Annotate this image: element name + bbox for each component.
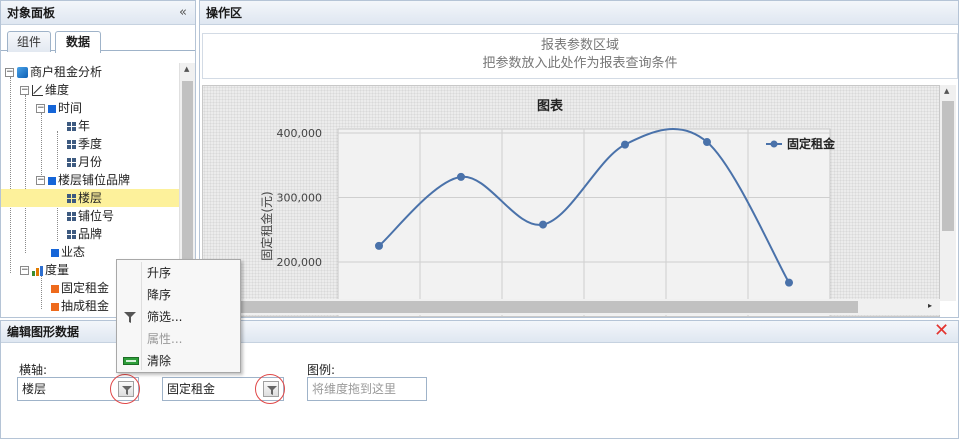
line-chart: 图表 400,000 300,000 200,000 固定租金(元) 固定租金 <box>259 98 836 316</box>
menu-item-sort-descending[interactable]: 降序 <box>117 284 240 306</box>
dimension-icon <box>48 176 56 185</box>
tree-node-root[interactable]: − 商户租金分析 <box>5 63 102 81</box>
tree-node-dimensions[interactable]: − 维度 <box>20 81 69 99</box>
data-point[interactable] <box>457 172 465 181</box>
legend-field-label: 图例: <box>307 363 336 377</box>
tree-node-fixed-rent[interactable]: 固定租金 <box>51 279 109 297</box>
level-icon <box>67 230 76 239</box>
level-icon <box>67 122 76 131</box>
chart-hscroll-thumb[interactable] <box>218 301 858 313</box>
report-parameter-area[interactable]: 报表参数区域 把参数放入此处作为报表查询条件 <box>202 33 958 79</box>
level-icon <box>67 158 76 167</box>
collapse-toggle-icon[interactable]: − <box>36 176 45 185</box>
collapse-toggle-icon[interactable]: − <box>20 266 29 275</box>
legend-point-marker <box>770 140 778 148</box>
data-point[interactable] <box>375 241 383 250</box>
legend-label: 固定租金 <box>787 136 836 151</box>
menu-item-sort-ascending[interactable]: 升序 <box>117 262 240 284</box>
close-icon[interactable]: ✕ <box>934 322 950 340</box>
tree-node-floor[interactable]: 楼层 <box>1 189 179 207</box>
chart-title: 图表 <box>537 98 564 114</box>
menu-item-filter[interactable]: 筛选... <box>117 306 240 328</box>
axis-icon <box>32 85 43 96</box>
tree-node-floor-brand[interactable]: − 楼层铺位品牌 <box>36 171 130 189</box>
tree-node-time[interactable]: − 时间 <box>36 99 82 117</box>
menu-item-properties: 属性... <box>147 332 183 346</box>
scroll-up-icon[interactable]: ▲ <box>944 87 949 95</box>
object-panel-title: 对象面板 <box>7 6 56 20</box>
tree-node-quarter[interactable]: 季度 <box>67 135 102 153</box>
data-point[interactable] <box>703 138 711 147</box>
collapse-panel-icon[interactable]: « <box>179 1 187 25</box>
work-area-header: 操作区 <box>200 1 958 25</box>
panel-tab-bar: 组件 数据 <box>1 25 195 53</box>
tree-node-commission-rent[interactable]: 抽成租金 <box>51 297 109 315</box>
work-area: 操作区 报表参数区域 把参数放入此处作为报表查询条件 图表 400,000 300… <box>199 0 959 318</box>
chart-vscroll-thumb[interactable] <box>942 101 954 231</box>
tree-connector <box>41 275 42 309</box>
y-tick-label: 400,000 <box>277 127 323 140</box>
chart-vertical-scrollbar[interactable]: ▲ <box>940 85 956 301</box>
dimension-icon <box>51 248 59 257</box>
work-area-title: 操作区 <box>206 6 243 20</box>
y-axis-ticks: 400,000 300,000 200,000 <box>277 127 323 269</box>
collapse-toggle-icon[interactable]: − <box>5 68 14 77</box>
collapse-toggle-icon[interactable]: − <box>20 86 29 95</box>
cube-icon <box>17 67 28 78</box>
tree-node-brand[interactable]: 品牌 <box>67 225 102 243</box>
y-tick-label: 300,000 <box>277 192 323 205</box>
y-tick-label: 200,000 <box>277 256 323 269</box>
data-point[interactable] <box>539 220 547 229</box>
tree-node-measures[interactable]: − 度量 <box>20 261 69 279</box>
tree-scroll-thumb[interactable] <box>182 81 193 261</box>
tree-node-slot-no[interactable]: 铺位号 <box>67 207 114 225</box>
measure-field-icon <box>51 302 59 311</box>
level-icon <box>67 212 76 221</box>
x-axis-label: 横轴: <box>19 363 48 377</box>
menu-item-clear[interactable]: 清除 <box>117 350 240 372</box>
y-axis-label: 固定租金(元) <box>259 191 274 260</box>
dimension-icon <box>48 104 56 113</box>
chart-horizontal-scrollbar[interactable]: ▸ <box>202 299 940 315</box>
tree-node-year[interactable]: 年 <box>67 117 90 135</box>
tab-data[interactable]: 数据 <box>55 31 101 53</box>
scroll-up-icon[interactable]: ▲ <box>184 65 189 73</box>
highlight-circle <box>255 374 285 404</box>
tree-connector <box>25 95 26 253</box>
edit-panel-title: 编辑图形数据 <box>7 325 80 339</box>
tab-widgets[interactable]: 组件 <box>7 31 51 52</box>
clear-icon <box>123 357 139 365</box>
value-field-name: 固定租金 <box>167 382 216 396</box>
level-icon <box>67 140 76 149</box>
chart-area[interactable]: 图表 400,000 300,000 200,000 固定租金(元) 固定租金 <box>202 85 940 317</box>
highlight-circle <box>110 374 140 404</box>
data-point[interactable] <box>785 278 793 287</box>
tree-connector <box>57 203 58 241</box>
tree-node-month[interactable]: 月份 <box>67 153 102 171</box>
param-area-title: 报表参数区域 <box>540 38 619 53</box>
measure-field-icon <box>51 284 59 293</box>
context-menu: 升序 降序 筛选... 属性... 清除 <box>116 259 241 373</box>
data-point[interactable] <box>621 140 629 149</box>
legend-drop-field[interactable]: 将维度拖到这里 <box>307 377 427 401</box>
legend-placeholder: 将维度拖到这里 <box>312 382 397 396</box>
scroll-right-icon[interactable]: ▸ <box>928 301 932 310</box>
x-axis-value: 楼层 <box>22 382 47 396</box>
object-panel-header: 对象面板 « <box>1 1 195 25</box>
param-area-hint: 把参数放入此处作为报表查询条件 <box>482 56 678 71</box>
collapse-toggle-icon[interactable]: − <box>36 104 45 113</box>
level-icon <box>67 194 76 203</box>
tree-node-business[interactable]: 业态 <box>51 243 85 261</box>
measure-icon <box>32 265 43 276</box>
tree-connector <box>10 77 11 273</box>
filter-icon <box>124 312 136 323</box>
tree-connector <box>57 131 58 169</box>
